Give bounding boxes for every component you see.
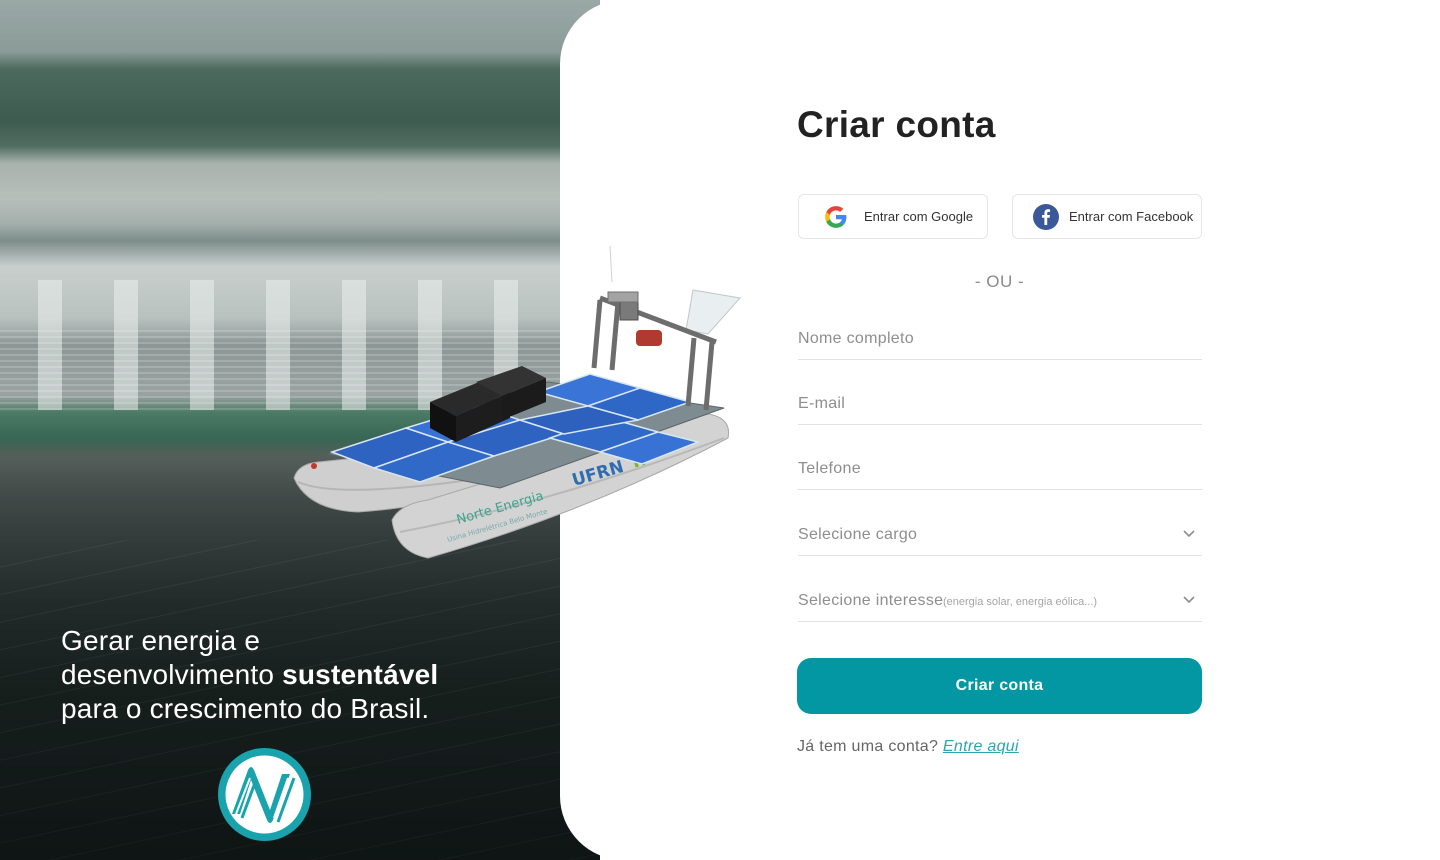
- chevron-down-icon: [1183, 530, 1195, 538]
- login-prompt-row: Já tem uma conta? Entre aqui: [797, 738, 1019, 756]
- facebook-signin-button[interactable]: Entrar com Facebook: [1012, 194, 1202, 239]
- chevron-down-icon: [1183, 596, 1195, 604]
- google-icon: [825, 206, 847, 228]
- email-field-wrapper: [798, 381, 1202, 425]
- cargo-select-label: Selecione cargo: [798, 526, 918, 543]
- login-link[interactable]: Entre aqui: [943, 738, 1019, 755]
- google-signin-button[interactable]: Entrar com Google: [798, 194, 988, 239]
- full-name-field-wrapper: [798, 316, 1202, 360]
- tagline-bold-word: sustentável: [282, 659, 439, 690]
- tagline-line-1: Gerar energia e: [61, 625, 261, 656]
- tagline-line-2-prefix: desenvolvimento: [61, 659, 283, 690]
- tagline-line-2: desenvolvimento sustentável: [61, 658, 521, 692]
- page-title: Criar conta: [797, 104, 996, 145]
- login-prompt-text: Já tem uma conta?: [797, 738, 939, 755]
- full-name-input[interactable]: [798, 326, 1202, 352]
- interest-select-hint: (energia solar, energia eólica...): [943, 596, 1098, 608]
- cargo-select[interactable]: Selecione cargo: [798, 512, 1202, 556]
- or-separator: - OU -: [974, 272, 1025, 291]
- tagline-line-3: para o crescimento do Brasil.: [61, 693, 430, 724]
- signup-form: Criar conta Entrar com Google Entrar com…: [797, 0, 1202, 860]
- interest-select[interactable]: Selecione interesse (energia solar, ener…: [798, 578, 1202, 622]
- email-input[interactable]: [798, 391, 1202, 417]
- facebook-button-label: Entrar com Facebook: [1069, 209, 1194, 224]
- interest-select-label: Selecione interesse: [798, 592, 944, 609]
- phone-field-wrapper: [798, 446, 1202, 490]
- hero-tagline: Gerar energia e desenvolvimento sustentá…: [61, 624, 521, 726]
- solar-boat-illustration: Norte Energia Usina Hidrelétrica Belo Mo…: [293, 245, 741, 559]
- brand-n-logo-icon: [218, 748, 311, 841]
- create-account-button[interactable]: Criar conta: [797, 658, 1202, 714]
- facebook-icon: [1033, 204, 1059, 230]
- google-button-label: Entrar com Google: [864, 209, 974, 224]
- phone-input[interactable]: [798, 456, 1202, 482]
